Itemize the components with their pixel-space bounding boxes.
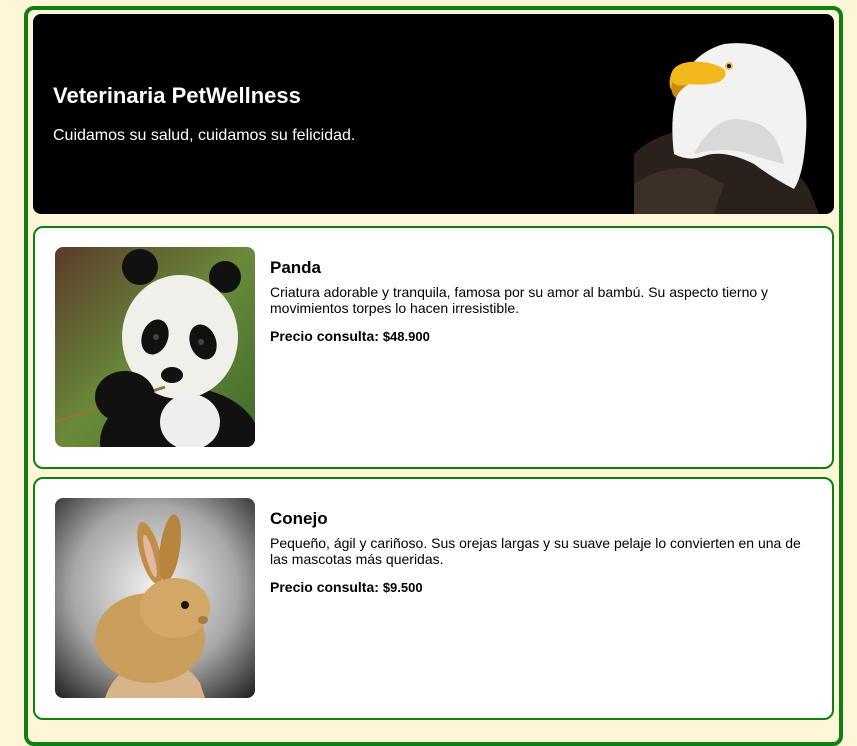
price-label: Precio consulta:	[270, 328, 379, 344]
price-label: Precio consulta:	[270, 579, 379, 595]
card-description: Criatura adorable y tranquila, famosa po…	[270, 284, 769, 316]
product-card: Panda Criatura adorable y tranquila, fam…	[33, 226, 834, 469]
panda-image	[55, 247, 255, 447]
card-description: Pequeño, ágil y cariñoso. Sus orejas lar…	[270, 535, 801, 567]
eagle-image	[634, 43, 819, 214]
price-value: $48.900	[382, 329, 430, 344]
product-card: Conejo Pequeño, ágil y cariñoso. Sus ore…	[33, 477, 834, 720]
site-tagline: Cuidamos su salud, cuidamos su felicidad…	[53, 127, 356, 144]
card-title: Panda	[270, 258, 322, 277]
card-title: Conejo	[270, 509, 328, 528]
card-price: Precio consulta: $9.500	[270, 579, 423, 595]
site-title: Veterinaria PetWellness	[53, 83, 301, 108]
rabbit-image	[55, 498, 255, 698]
price-value: $9.500	[382, 580, 423, 595]
hero-banner: Veterinaria PetWellness Cuidamos su salu…	[33, 14, 834, 214]
card-price: Precio consulta: $48.900	[270, 328, 430, 344]
